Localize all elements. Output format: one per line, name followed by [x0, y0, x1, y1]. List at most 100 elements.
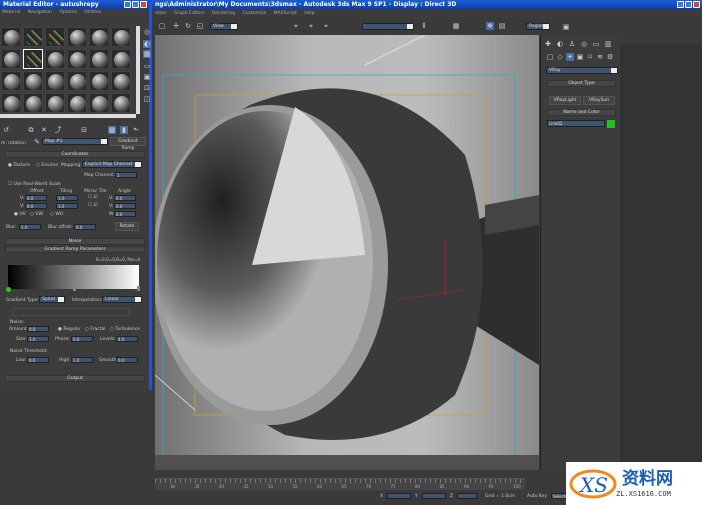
material-slot[interactable] — [1, 49, 21, 69]
v-offset-field[interactable]: 0.0 — [25, 203, 47, 209]
lights-icon[interactable]: ✦ — [566, 53, 574, 61]
utilities-tab-icon[interactable]: ▥ — [604, 40, 612, 48]
material-slot[interactable] — [111, 93, 131, 113]
phase-field[interactable]: 0.0 — [71, 336, 93, 342]
material-slot[interactable] — [111, 49, 131, 69]
uv-tiling-icon[interactable]: ▭ — [143, 62, 151, 70]
cameras-icon[interactable]: ▣ — [576, 53, 584, 61]
spacewarps-icon[interactable]: ≋ — [596, 53, 604, 61]
levels-field[interactable]: 4.0 — [116, 336, 138, 342]
rotate-icon[interactable]: ↻ — [184, 22, 192, 30]
gradient-type-dropdown[interactable]: Spiral — [39, 296, 65, 303]
material-slot[interactable] — [45, 27, 65, 47]
me-menu-utilities[interactable]: Utilities — [84, 10, 101, 15]
y-coord-field[interactable] — [422, 493, 446, 499]
material-editor-icon[interactable]: ❖ — [486, 22, 494, 30]
select-icon[interactable]: ▢ — [158, 22, 166, 30]
options-icon[interactable]: ◫ — [143, 95, 151, 103]
wu-radio[interactable]: ○ WU — [50, 212, 63, 217]
auto-key-button[interactable]: Auto Key — [527, 494, 547, 499]
material-slot[interactable] — [23, 49, 43, 69]
timeline[interactable] — [155, 478, 525, 490]
backlight-icon[interactable]: ◐ — [143, 40, 151, 48]
me-minimize-button[interactable] — [124, 1, 131, 8]
regular-radio[interactable]: ● Regular — [58, 327, 81, 332]
get-material-icon[interactable]: ↺ — [2, 126, 10, 134]
z-coord-field[interactable] — [457, 493, 477, 499]
show-end-result-icon[interactable]: ▮ — [120, 126, 128, 134]
menu-customize[interactable]: Customize — [243, 11, 267, 16]
real-world-checkbox[interactable]: ☐ Use Real-World Scale — [8, 182, 61, 187]
mapping-dropdown[interactable]: Explicit Map Channel — [82, 161, 142, 168]
background-icon[interactable]: ▦ — [143, 50, 151, 58]
display-tab-icon[interactable]: ▭ — [592, 40, 600, 48]
map-channel-field[interactable]: 1 — [115, 172, 137, 178]
material-slot[interactable] — [111, 71, 131, 91]
coordinates-rollout[interactable]: Coordinates — [5, 151, 145, 158]
output-rollout[interactable]: Output — [5, 375, 145, 382]
texture-radio[interactable]: ● Texture — [8, 163, 30, 168]
material-slot[interactable] — [89, 27, 109, 47]
menu-maxscript[interactable]: MAXScript — [274, 11, 297, 16]
material-slot[interactable] — [89, 71, 109, 91]
render-region-dropdown[interactable]: Region — [526, 23, 550, 30]
material-slot[interactable] — [67, 93, 87, 113]
me-menu-options[interactable]: Options — [59, 10, 76, 15]
percent-snap-icon[interactable]: ⌖ — [322, 22, 330, 30]
turbulence-radio[interactable]: ○ Turbulence — [110, 327, 140, 332]
go-to-parent-icon[interactable]: ⬑ — [132, 126, 140, 134]
helpers-icon[interactable]: ⌑ — [586, 53, 594, 61]
curve-editor-icon[interactable]: ▦ — [452, 22, 460, 30]
material-slot[interactable] — [67, 49, 87, 69]
render-scene-icon[interactable]: ▤ — [498, 22, 506, 30]
material-id-icon[interactable]: ⊟ — [80, 126, 88, 134]
material-slot[interactable] — [89, 49, 109, 69]
vraylight-button[interactable]: VRayLight — [549, 96, 581, 105]
map-name-field[interactable]: Map #3 — [42, 138, 108, 145]
close-button[interactable] — [693, 1, 700, 8]
interpolation-dropdown[interactable]: Linear — [102, 296, 142, 303]
gradient-ramp-rollout[interactable]: Gradient Ramp Parameters — [5, 246, 145, 253]
put-to-scene-icon[interactable]: ⧉ — [27, 126, 35, 134]
viewport-perspective[interactable] — [152, 34, 539, 470]
menu-help[interactable]: Help — [304, 11, 314, 16]
show-map-icon[interactable]: ▦ — [108, 126, 116, 134]
slots-vscrollbar[interactable] — [136, 26, 140, 114]
maximize-button[interactable] — [685, 1, 692, 8]
gradient-flag-start[interactable] — [6, 287, 11, 292]
material-slot[interactable] — [89, 93, 109, 113]
v-angle-field[interactable]: 0.0 — [114, 203, 136, 209]
quick-render-icon[interactable]: ▣ — [562, 23, 570, 31]
name-and-color-rollout[interactable]: Name and Color — [547, 109, 616, 116]
v-mirror-tile[interactable]: ☐ ☑ — [88, 203, 98, 208]
vraysun-button[interactable]: VRaySun — [583, 96, 615, 105]
mirror-icon[interactable]: ⫴ — [420, 22, 428, 30]
gradient-flag-mid[interactable] — [73, 286, 76, 291]
video-color-check-icon[interactable]: ▣ — [143, 73, 151, 81]
material-slot[interactable] — [23, 93, 43, 113]
v-tiling-field[interactable]: 1.0 — [56, 203, 78, 209]
u-tiling-field[interactable]: 1.0 — [56, 195, 78, 201]
make-preview-icon[interactable]: ⊡ — [143, 84, 151, 92]
uv-radio[interactable]: ● UV — [14, 212, 26, 217]
material-slot[interactable] — [67, 71, 87, 91]
blur-field[interactable]: 1.0 — [19, 224, 41, 230]
amount-field[interactable]: 0.0 — [27, 326, 49, 332]
me-menu-material[interactable]: Material — [2, 10, 20, 15]
me-maximize-button[interactable] — [132, 1, 139, 8]
me-close-button[interactable] — [140, 1, 147, 8]
menu-animation[interactable]: ation — [155, 11, 166, 16]
material-slot[interactable] — [111, 27, 131, 47]
snap-icon[interactable]: ⌖ — [292, 22, 300, 30]
smooth-field[interactable]: 0.0 — [116, 357, 138, 363]
material-slot[interactable] — [67, 27, 87, 47]
menu-rendering[interactable]: Rendering — [212, 11, 235, 16]
fractal-radio[interactable]: ○ Fractal — [85, 327, 105, 332]
make-unique-icon[interactable]: ⤴ — [54, 126, 62, 134]
low-field[interactable]: 0.0 — [27, 357, 49, 363]
material-slot[interactable] — [1, 71, 21, 91]
light-category-dropdown[interactable]: VRay — [546, 67, 618, 74]
named-selection-dropdown[interactable] — [362, 23, 414, 30]
minimize-button[interactable] — [677, 1, 684, 8]
gradient-flag-end[interactable] — [137, 286, 140, 291]
